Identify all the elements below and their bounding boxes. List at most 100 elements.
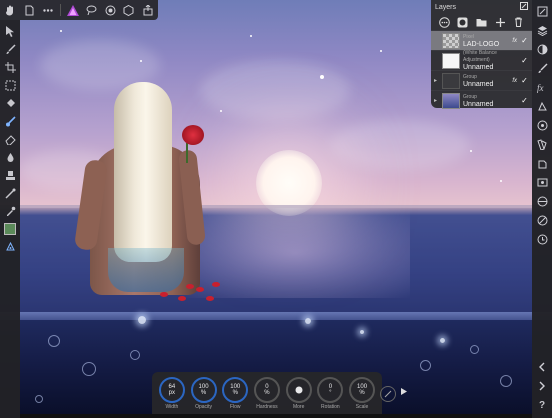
stabilizer-icon[interactable] — [380, 386, 396, 402]
dial-unit: % — [359, 389, 365, 396]
smudge-icon[interactable] — [3, 150, 17, 164]
layer-row[interactable]: ▸ Group Unnamed ✓ — [431, 90, 532, 110]
bubble — [48, 335, 60, 347]
fill-bucket-icon[interactable] — [3, 96, 17, 110]
paint-brush-icon[interactable] — [3, 42, 17, 56]
sparkle — [305, 318, 311, 324]
chevron-right-icon[interactable]: ▸ — [434, 97, 439, 104]
panel-options-icon[interactable] — [520, 2, 528, 12]
export-icon[interactable] — [141, 3, 154, 17]
layer-row[interactable]: (White Balance Adjustment) Unnamed ✓ — [431, 50, 532, 71]
color-icon[interactable] — [535, 118, 549, 132]
adjustments-icon[interactable] — [535, 42, 549, 56]
folder-icon[interactable] — [475, 16, 487, 28]
selection-icon[interactable] — [104, 3, 117, 17]
layer-fx-badge[interactable]: fx — [512, 38, 517, 44]
pixel-brush-icon[interactable] — [3, 114, 17, 128]
layer-row[interactable]: ▸ Group Unnamed fx ✓ — [431, 70, 532, 90]
layer-type: Pixel — [463, 33, 474, 40]
layer-more-icon[interactable] — [438, 16, 450, 28]
retouch-icon[interactable] — [3, 186, 17, 200]
clone-icon[interactable] — [3, 168, 17, 182]
visibility-checkbox[interactable]: ✓ — [520, 36, 529, 45]
layer-name-block: Pixel LAD-LOGO — [463, 34, 509, 48]
layer-mask-icon[interactable] — [457, 16, 469, 28]
styles-icon[interactable] — [535, 99, 549, 113]
layer-name: LAD-LOGO — [463, 40, 500, 48]
opacity-control[interactable]: 100 % Opacity — [190, 376, 217, 410]
star — [220, 110, 222, 112]
add-layer-icon[interactable] — [494, 16, 506, 28]
hand-icon[interactable] — [4, 3, 17, 17]
hardness-dial[interactable]: 0 % — [253, 376, 280, 403]
visibility-checkbox[interactable]: ✓ — [520, 96, 529, 105]
effects-icon[interactable]: fx — [535, 80, 549, 94]
scale-dial[interactable]: 100 % — [349, 376, 376, 403]
chevron-right-icon[interactable] — [535, 379, 549, 393]
channels-icon[interactable] — [535, 194, 549, 208]
sparkle — [440, 338, 445, 343]
opacity-dial[interactable]: 100 % — [190, 376, 217, 403]
layers-panel-title: Layers — [435, 3, 457, 11]
layer-thumbnail — [442, 92, 460, 109]
color-swatch[interactable] — [3, 222, 17, 236]
chevron-right-icon[interactable]: ▸ — [434, 77, 439, 84]
blocked-icon[interactable] — [535, 213, 549, 227]
layer-thumbnail — [442, 72, 460, 89]
scale-control[interactable]: 100 % Scale — [349, 376, 376, 410]
star — [60, 30, 62, 32]
crop-icon[interactable] — [3, 60, 17, 74]
layer-fx-badge[interactable]: fx — [512, 78, 517, 84]
bubble — [130, 350, 140, 360]
trash-icon[interactable] — [513, 16, 525, 28]
play-icon[interactable] — [401, 388, 407, 397]
edit-icon[interactable] — [535, 4, 549, 18]
toolbar-divider — [60, 4, 62, 16]
layers-panel-header: Layers — [431, 0, 532, 14]
pen-tool-icon[interactable] — [3, 240, 17, 254]
help-button[interactable]: ? — [535, 398, 549, 412]
navigator-icon[interactable] — [535, 175, 549, 189]
clock-icon[interactable] — [535, 232, 549, 246]
layer-row[interactable]: Pixel LAD-LOGO fx ✓ — [431, 30, 532, 50]
layer-type: (White Balance Adjustment) — [463, 50, 497, 63]
document-icon[interactable] — [23, 3, 36, 17]
rotation-dial[interactable]: 0 ° — [317, 376, 344, 403]
brush-preview-icon[interactable] — [285, 376, 312, 403]
visibility-checkbox[interactable]: ✓ — [520, 56, 529, 65]
dial-label: Flow — [229, 403, 241, 410]
width-control[interactable]: 64 px Width — [158, 376, 185, 410]
flow-dial[interactable]: 100 % — [222, 376, 249, 403]
hardness-control[interactable]: 0 % Hardness — [253, 376, 280, 410]
star — [470, 150, 472, 152]
swatches-icon[interactable] — [535, 137, 549, 151]
more-icon[interactable] — [41, 3, 54, 17]
lasso-icon[interactable] — [85, 3, 98, 17]
eyedropper-icon[interactable] — [3, 204, 17, 218]
bubble — [470, 345, 479, 354]
transform-icon[interactable] — [3, 78, 17, 92]
eraser-icon[interactable] — [3, 132, 17, 146]
dial-label: Width — [165, 403, 179, 410]
layer-name: Unnamed — [463, 80, 494, 88]
mask-icon[interactable] — [123, 3, 136, 17]
affinity-persona-icon[interactable] — [67, 4, 80, 16]
brushes-icon[interactable] — [535, 61, 549, 75]
sparkle — [138, 316, 146, 324]
chevron-left-icon[interactable] — [535, 360, 549, 374]
layers-panel: Layers Pixel LAD-LOGO fx ✓ (White Balanc… — [431, 0, 532, 110]
context-toolbar: 64 px Width 100 % Opacity 100 % Flow 0 %… — [152, 372, 382, 414]
move-tool-icon[interactable] — [3, 24, 17, 38]
star — [320, 75, 324, 79]
width-dial[interactable]: 64 px — [158, 376, 185, 403]
right-toolbar: fx ? — [532, 0, 552, 418]
visibility-checkbox[interactable]: ✓ — [520, 76, 529, 85]
layers-studio-icon[interactable] — [535, 23, 549, 37]
dial-unit: % — [264, 389, 270, 396]
rotation-control[interactable]: 0 ° Rotation — [317, 376, 344, 410]
flow-control[interactable]: 100 % Flow — [222, 376, 249, 410]
star — [140, 60, 142, 62]
more-control[interactable]: More — [285, 376, 312, 410]
history-icon[interactable] — [535, 156, 549, 170]
petal — [160, 292, 168, 297]
